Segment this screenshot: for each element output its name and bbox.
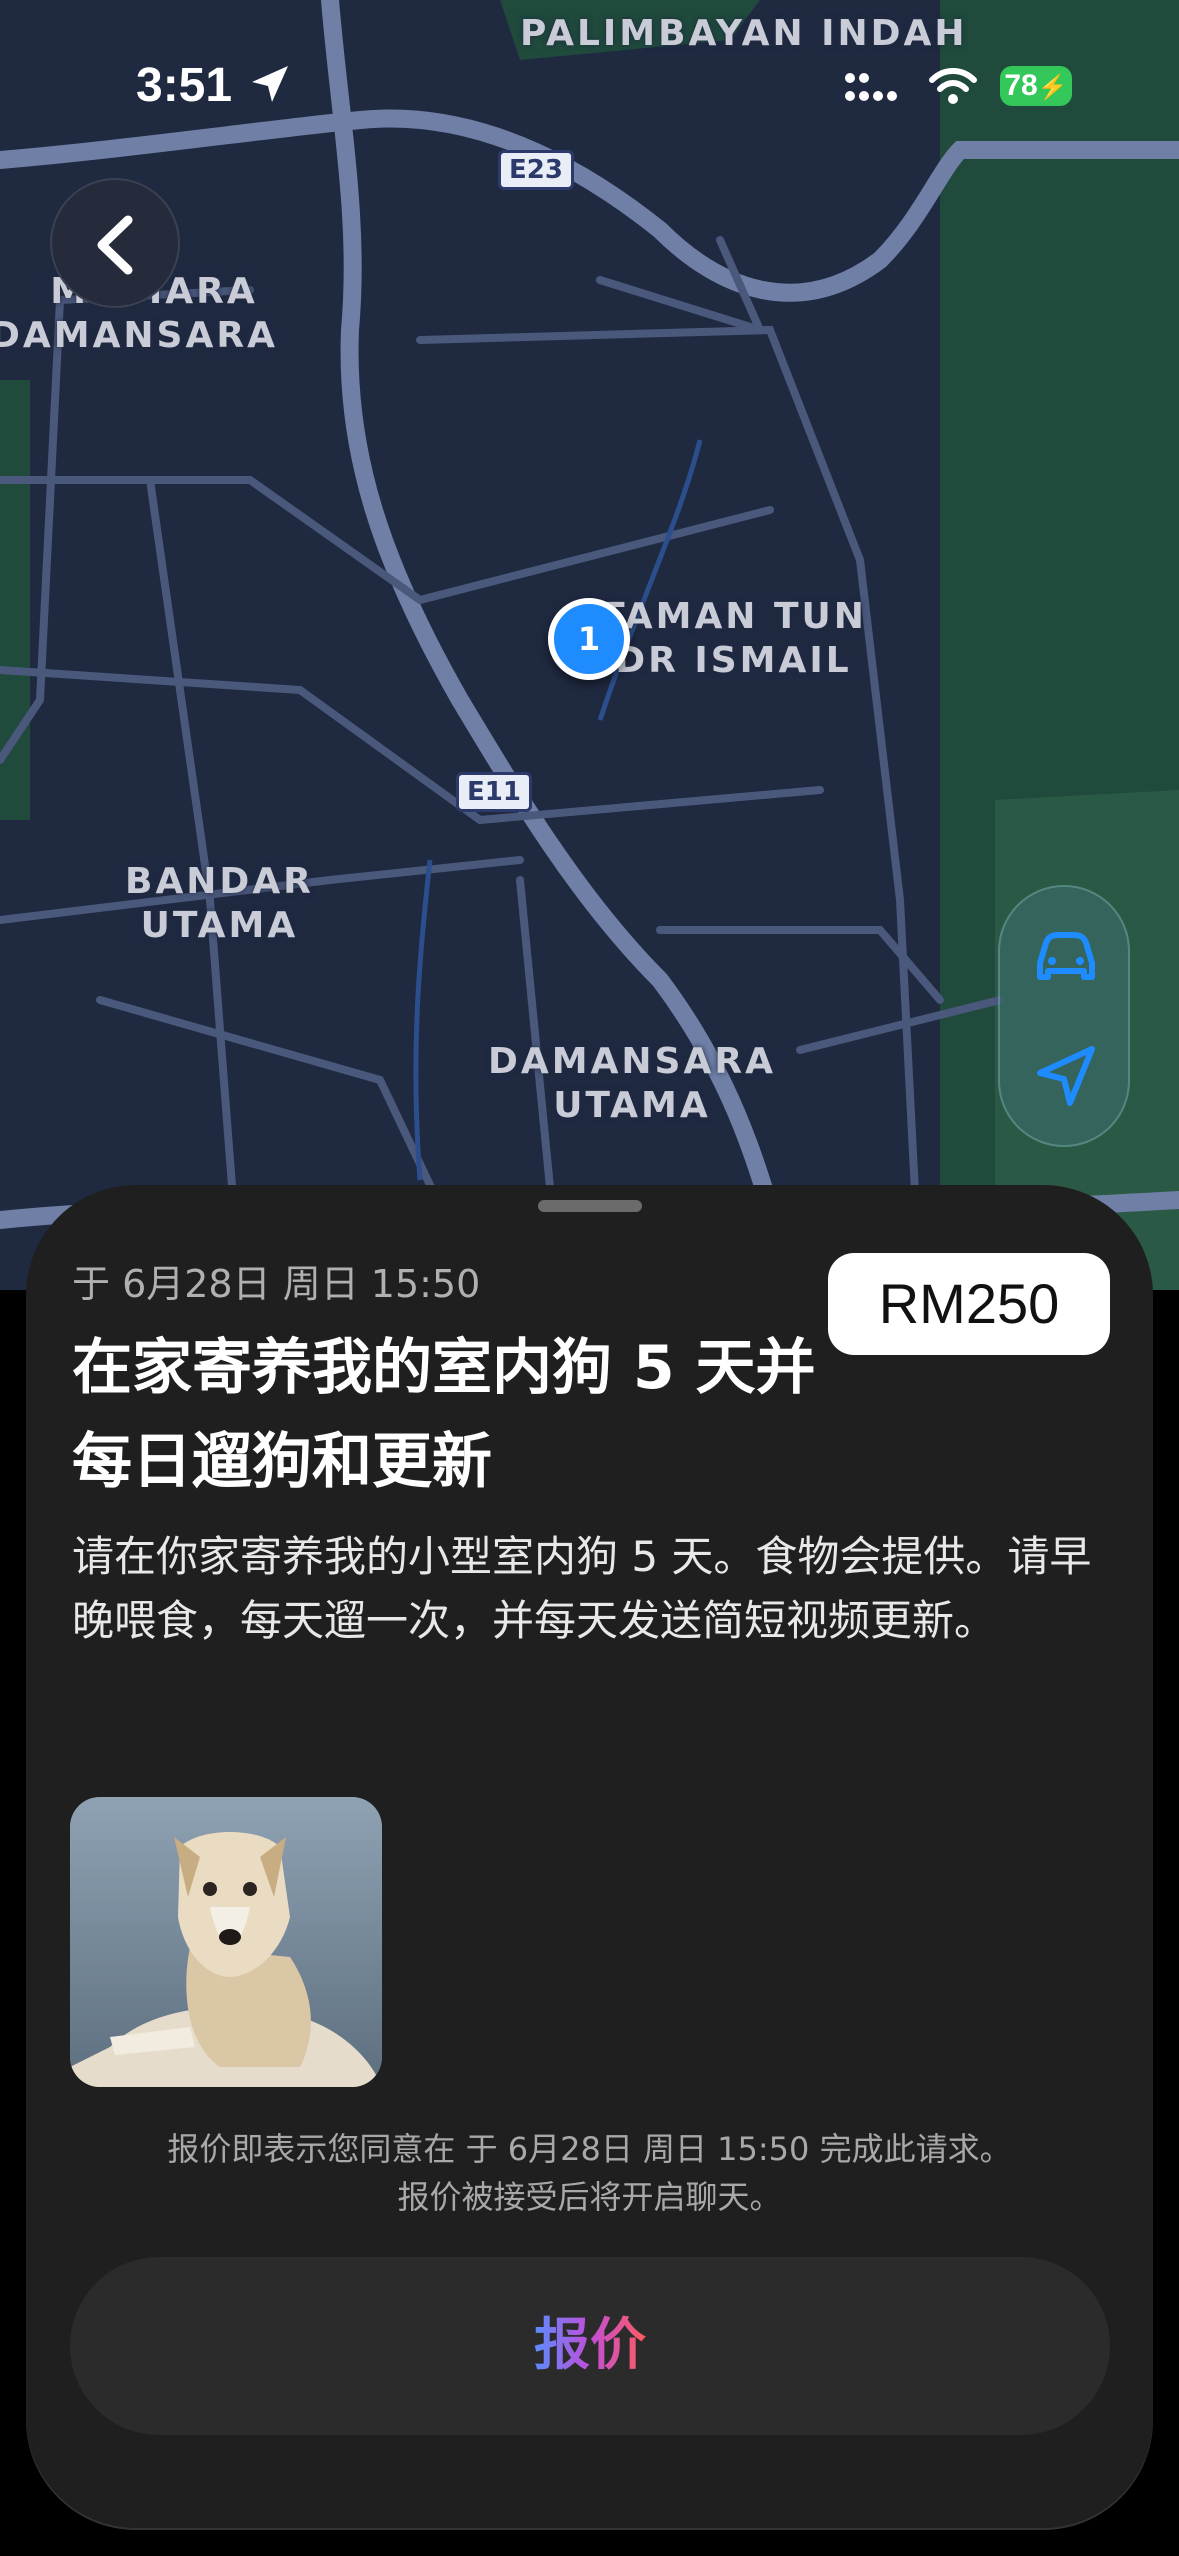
battery-level: 78 xyxy=(1004,69,1038,102)
offer-terms-line2: 报价被接受后将开启聊天。 xyxy=(397,2178,782,2216)
map-label-mutiara-line2: DAMANSARA xyxy=(0,315,278,356)
map-label-ttdi-line2: DR ISMAIL xyxy=(615,640,852,681)
status-time: 3:51 xyxy=(136,59,233,112)
request-date: 于 6月28日 周日 15:50 xyxy=(72,1262,481,1306)
wifi-icon xyxy=(929,68,977,104)
location-services-icon xyxy=(252,66,288,102)
map-label-bandar-line1: BANDAR xyxy=(125,861,314,902)
cellular-signal-icon xyxy=(845,73,897,101)
highway-shield-e11: E11 xyxy=(456,772,532,812)
make-offer-label: 报价 xyxy=(534,2313,646,2378)
offer-terms: 报价即表示您同意在 于 6月28日 周日 15:50 完成此请求。 报价被接受后… xyxy=(26,2125,1153,2221)
map-view[interactable]: PALIMBAYAN INDAH MUTIARA DAMANSARA TAMAN… xyxy=(0,0,1179,1290)
map-label-damansara-utama: DAMANSARA UTAMA xyxy=(488,1040,776,1128)
back-button[interactable] xyxy=(50,178,180,308)
map-label-damansara-line2: UTAMA xyxy=(553,1085,711,1126)
sheet-grabber[interactable] xyxy=(538,1200,642,1212)
make-offer-button[interactable]: 报价 xyxy=(70,2257,1110,2435)
map-label-bandar-line2: UTAMA xyxy=(140,905,299,946)
request-sheet: 于 6月28日 周日 15:50 RM250 在家寄养我的室内狗 5 天并每日遛… xyxy=(26,1185,1153,2530)
location-arrow-icon[interactable] xyxy=(1026,1037,1106,1117)
request-title: 在家寄养我的室内狗 5 天并每日遛狗和更新 xyxy=(72,1333,816,1497)
chevron-left-icon xyxy=(97,215,133,275)
map-pin[interactable]: 1 xyxy=(548,598,630,680)
map-label-bandar-utama: BANDAR UTAMA xyxy=(125,860,314,948)
map-label-ttdi-line1: TAMAN TUN xyxy=(600,596,867,637)
price-badge: RM250 xyxy=(828,1253,1110,1355)
map-label-ttdi: TAMAN TUN DR ISMAIL xyxy=(600,595,867,683)
status-bar: 3:51 78⚡ xyxy=(0,50,1179,120)
dog-image xyxy=(70,1797,382,2087)
map-label-damansara-line1: DAMANSARA xyxy=(488,1041,776,1082)
highway-shield-e23: E23 xyxy=(498,150,574,190)
battery-indicator: 78⚡ xyxy=(1000,66,1072,106)
map-controls xyxy=(998,885,1130,1147)
request-description: 请在你家寄养我的小型室内狗 5 天。食物会提供。请早晚喂食，每天遛一次，并每天发… xyxy=(72,1532,1092,1645)
dog-photo[interactable] xyxy=(70,1797,382,2087)
offer-terms-line1: 报价即表示您同意在 于 6月28日 周日 15:50 完成此请求。 xyxy=(167,2130,1012,2168)
charging-bolt-icon: ⚡ xyxy=(1037,74,1068,101)
car-icon[interactable] xyxy=(1026,917,1106,997)
